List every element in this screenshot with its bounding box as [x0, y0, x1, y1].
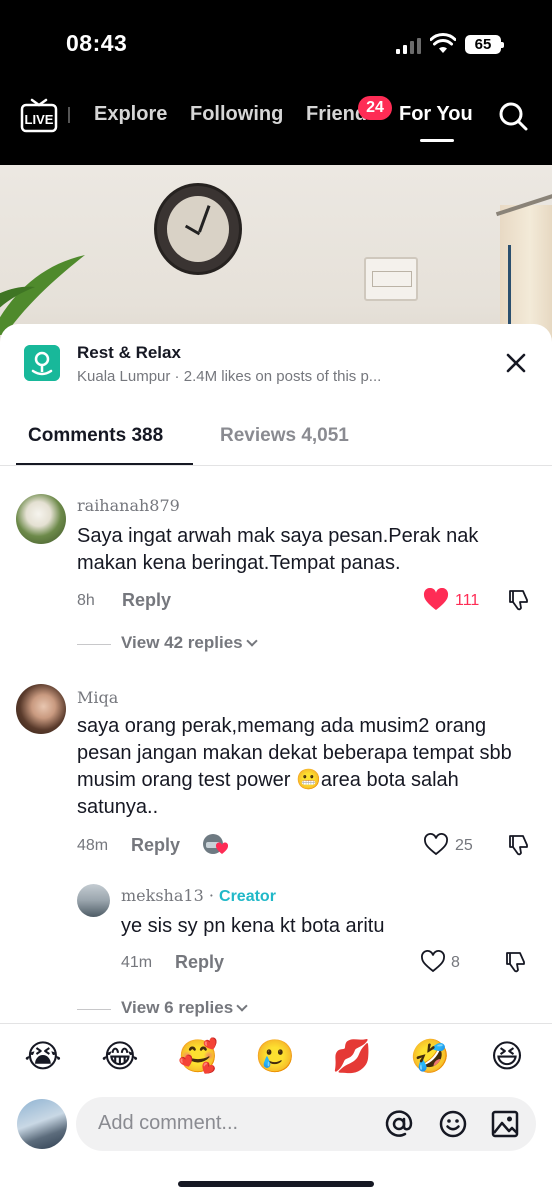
reply-text: ye sis sy pn kena kt bota aritu [121, 915, 385, 937]
comment-input-placeholder: Add comment... [98, 1112, 239, 1134]
my-avatar[interactable] [17, 1099, 67, 1149]
view-replies-label: View 42 replies [121, 633, 243, 652]
comment-username[interactable]: Miqa [77, 688, 118, 707]
place-subtitle: Kuala Lumpur · 2.4M likes on posts of th… [77, 368, 382, 385]
emoji-smiling-hearts[interactable]: 🥰 [176, 1036, 220, 1076]
dislike-icon[interactable] [506, 833, 530, 857]
live-label: LIVE [25, 112, 54, 127]
active-tab-indicator [420, 139, 454, 142]
emoji-loudly-crying[interactable]: 😭 [21, 1036, 65, 1076]
creator-liked-icon [203, 834, 228, 854]
location-pin-icon [24, 345, 60, 381]
chevron-down-icon [245, 635, 258, 647]
wall-device-image [364, 257, 418, 301]
heart-filled-icon[interactable] [423, 588, 449, 612]
tab-explore[interactable]: Explore [94, 103, 167, 126]
avatar[interactable] [16, 684, 66, 734]
view-replies-line [77, 1009, 111, 1010]
chevron-down-icon [236, 1000, 248, 1012]
tab-following[interactable]: Following [190, 103, 283, 126]
view-replies-line [77, 644, 111, 645]
creator-badge: Creator [219, 888, 276, 905]
view-replies-button[interactable]: View 6 replies [121, 998, 248, 1018]
tab-reviews[interactable]: Reviews 4,051 [220, 425, 349, 447]
comment-time: 8h [77, 592, 95, 609]
friends-badge: 24 [358, 96, 392, 120]
emoji-rolling-laughing[interactable]: 🤣 [408, 1036, 452, 1076]
reply-button[interactable]: Reply [175, 952, 224, 973]
home-indicator[interactable] [178, 1181, 374, 1187]
emoji-grinning-squint[interactable]: 😆 [485, 1036, 529, 1076]
plant-image [0, 255, 85, 335]
top-bar: 08:43 65 LIVE Explore Following Friends … [0, 0, 552, 165]
mention-icon[interactable] [384, 1109, 414, 1139]
avatar[interactable] [77, 884, 110, 917]
emoji-icon[interactable] [438, 1109, 468, 1139]
wall-clock-image [154, 183, 242, 275]
reply-button[interactable]: Reply [122, 590, 171, 611]
comments-sheet: Rest & Relax Kuala Lumpur · 2.4M likes o… [0, 324, 552, 1200]
heart-outline-icon[interactable] [423, 833, 449, 857]
emoji-tears-of-joy[interactable]: 😂 [98, 1036, 142, 1076]
divider [0, 465, 552, 466]
nav-separator [68, 107, 70, 123]
live-icon[interactable]: LIVE [20, 96, 58, 134]
reply-username[interactable]: meksha13 · Creator [121, 886, 276, 906]
tab-comments[interactable]: Comments 388 [28, 425, 163, 447]
emoji-kiss-mark[interactable]: 💋 [330, 1036, 374, 1076]
comment-input[interactable]: Add comment... [76, 1097, 536, 1151]
comment-username[interactable]: raihanah879 [77, 496, 180, 515]
cellular-signal-icon [396, 38, 424, 54]
heart-outline-icon[interactable] [420, 950, 446, 974]
place-title[interactable]: Rest & Relax [77, 343, 181, 363]
view-replies-label: View 6 replies [121, 998, 234, 1017]
image-icon[interactable] [490, 1109, 520, 1139]
comment-text: Saya ingat arwah mak saya pesan.Perak na… [77, 525, 479, 574]
reply-time: 41m [121, 954, 153, 971]
divider [0, 1023, 552, 1024]
comment-time: 48m [77, 837, 109, 854]
dislike-icon[interactable] [506, 588, 530, 612]
tab-for-you[interactable]: For You [399, 103, 473, 126]
reply-button[interactable]: Reply [131, 835, 180, 856]
avatar[interactable] [16, 494, 66, 544]
close-icon[interactable] [504, 351, 528, 375]
emoji-smiling-tear[interactable]: 🥲 [253, 1036, 297, 1076]
like-count: 25 [455, 837, 473, 854]
like-count: 8 [451, 954, 460, 971]
wifi-icon [430, 33, 456, 53]
dislike-icon[interactable] [503, 950, 527, 974]
battery-icon: 65 [465, 35, 504, 54]
status-time: 08:43 [66, 30, 128, 56]
comment-text: saya orang perak,memang ada musim2 orang… [77, 715, 512, 818]
view-replies-button[interactable]: View 42 replies [121, 633, 258, 653]
like-count: 111 [455, 592, 480, 609]
search-icon[interactable] [497, 100, 529, 132]
